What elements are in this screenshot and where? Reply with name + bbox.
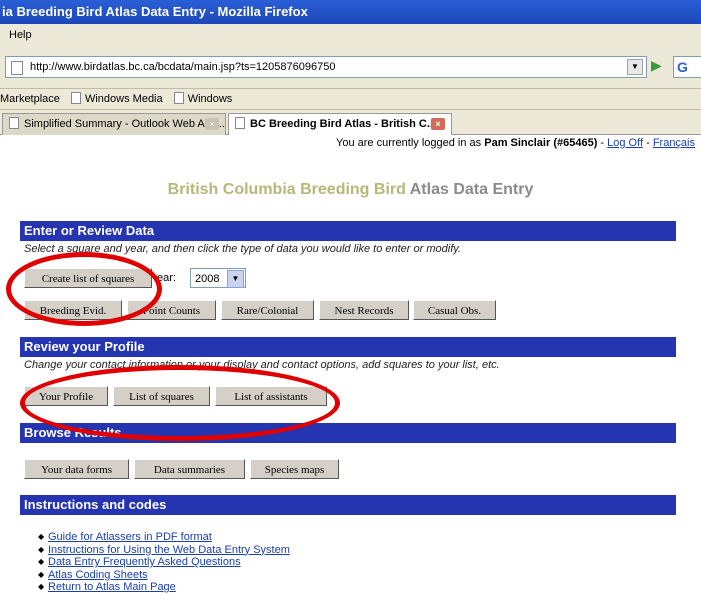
bookmarks-toolbar: Marketplace Windows Media Windows (0, 89, 701, 110)
window-title: ia Breeding Bird Atlas Data Entry - Mozi… (0, 0, 701, 24)
tab-outlook[interactable]: Simplified Summary - Outlook Web Acc... … (2, 113, 226, 135)
page-icon (70, 92, 81, 104)
section-header-enter: Enter or Review Data (20, 221, 676, 241)
casual-obs-button[interactable]: Casual Obs. (413, 300, 496, 320)
section-desc-enter: Select a square and year, and then click… (24, 243, 461, 255)
url-dropdown-icon[interactable]: ▼ (627, 59, 643, 75)
tab-bar: Simplified Summary - Outlook Web Acc... … (0, 110, 701, 135)
section-header-profile: Review your Profile (20, 337, 676, 357)
nest-records-button[interactable]: Nest Records (319, 300, 409, 320)
login-prefix: You are currently logged in as (336, 137, 482, 149)
menu-help[interactable]: Help (9, 29, 32, 41)
your-data-forms-button[interactable]: Your data forms (24, 459, 129, 479)
list-item: ◆ Data Entry Frequently Asked Questions (38, 556, 290, 569)
coding-sheets-link[interactable]: Atlas Coding Sheets (48, 569, 148, 581)
species-maps-button[interactable]: Species maps (250, 459, 339, 479)
instructions-web-link[interactable]: Instructions for Using the Web Data Entr… (48, 544, 290, 556)
list-item: ◆ Return to Atlas Main Page (38, 581, 290, 594)
close-icon[interactable]: × (431, 118, 445, 130)
tab-label: BC Breeding Bird Atlas - British C... (250, 118, 437, 130)
year-value: 2008 (195, 273, 220, 285)
year-label: ear: (157, 272, 176, 284)
bullet-icon: ◆ (38, 569, 45, 579)
page-icon (9, 117, 19, 129)
bullet-icon: ◆ (38, 544, 45, 554)
list-item: ◆ Instructions for Using the Web Data Ent… (38, 544, 290, 557)
separator: - (643, 137, 653, 149)
url-text[interactable]: http://www.birdatlas.bc.ca/bcdata/main.j… (30, 57, 335, 77)
return-main-link[interactable]: Return to Atlas Main Page (48, 581, 176, 593)
guide-pdf-link[interactable]: Guide for Atlassers in PDF format (48, 531, 212, 543)
faq-link[interactable]: Data Entry Frequently Asked Questions (48, 556, 241, 568)
user-name: Pam Sinclair (#65465) (484, 137, 598, 149)
chevron-down-icon[interactable]: ▼ (227, 270, 244, 288)
bookmark-windows[interactable]: Windows (188, 93, 233, 105)
title-part-a: British Columbia Breeding Bird (167, 181, 410, 198)
go-arrow-icon[interactable]: ▶ (651, 58, 667, 74)
list-item: ◆ Guide for Atlassers in PDF format (38, 531, 290, 544)
bullet-icon: ◆ (38, 582, 45, 591)
bullet-icon: ◆ (38, 532, 45, 541)
page-icon (11, 61, 23, 75)
year-select[interactable]: 2008 ▼ (190, 268, 246, 288)
data-summaries-button[interactable]: Data summaries (134, 459, 245, 479)
tab-bc-atlas[interactable]: BC Breeding Bird Atlas - British C... × (228, 113, 452, 135)
tab-label: Simplified Summary - Outlook Web Acc... (24, 118, 225, 130)
francais-link[interactable]: Français (653, 137, 695, 149)
list-of-assistants-button[interactable]: List of assistants (215, 386, 327, 406)
breeding-evid-button[interactable]: Breeding Evid. (24, 300, 122, 320)
list-item: ◆ Atlas Coding Sheets (38, 569, 290, 582)
close-icon[interactable]: × (205, 118, 219, 130)
page-title: British Columbia Breeding Bird Atlas Dat… (0, 181, 701, 199)
bookmark-windows-media[interactable]: Windows Media (85, 93, 163, 105)
instruction-links: ◆ Guide for Atlassers in PDF format ◆ Inst… (38, 531, 290, 594)
navigation-toolbar: http://www.birdatlas.bc.ca/bcdata/main.j… (0, 46, 701, 89)
menu-bar: Help (0, 24, 701, 46)
your-profile-button[interactable]: Your Profile (24, 386, 108, 406)
logoff-link[interactable]: Log Off (607, 137, 643, 149)
url-bar[interactable]: http://www.birdatlas.bc.ca/bcdata/main.j… (5, 56, 647, 78)
section-desc-profile: Change your contact information or your … (24, 359, 500, 371)
bookmark-marketplace[interactable]: Marketplace (0, 93, 60, 105)
section-header-instructions: Instructions and codes (20, 495, 676, 515)
bullet-icon: ◆ (38, 557, 45, 566)
section-header-browse: Browse Results (20, 423, 676, 443)
page-icon (173, 92, 184, 104)
point-counts-button[interactable]: Point Counts (127, 300, 216, 320)
rare-colonial-button[interactable]: Rare/Colonial (221, 300, 314, 320)
separator: - (597, 137, 608, 149)
page-icon (235, 117, 245, 129)
login-status: You are currently logged in as Pam Sincl… (336, 137, 695, 149)
create-list-of-squares-button[interactable]: Create list of squares (24, 268, 152, 288)
google-search-icon[interactable]: G (673, 56, 701, 78)
title-part-b: Atlas Data Entry (409, 181, 534, 198)
list-of-squares-button[interactable]: List of squares (113, 386, 210, 406)
